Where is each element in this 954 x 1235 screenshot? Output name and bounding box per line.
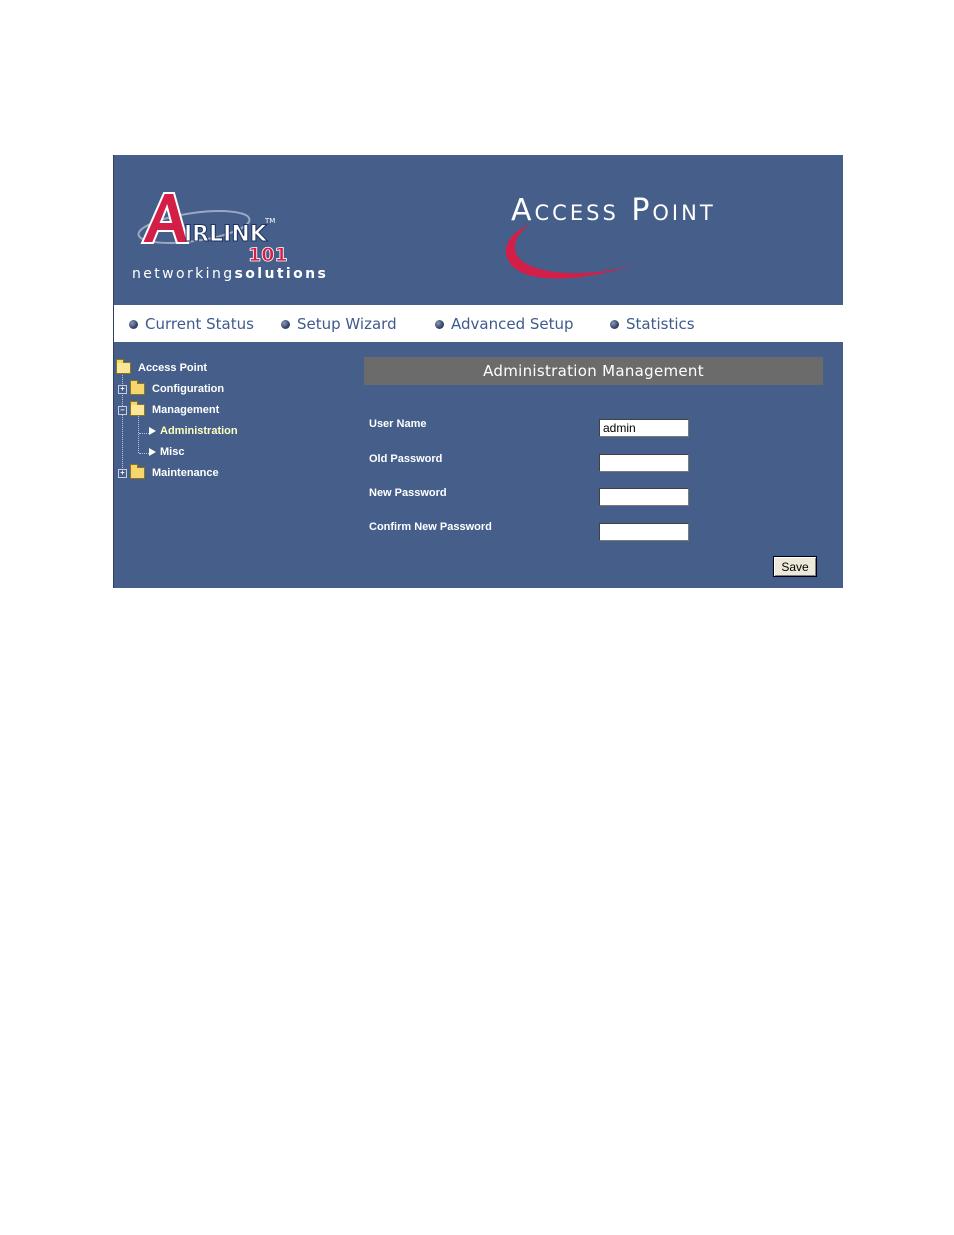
confirm-password-label: Confirm New Password: [369, 521, 492, 533]
tree-connector: [139, 453, 149, 454]
header-banner: IRLINK TM 101 networkingsolutions Access…: [114, 155, 843, 305]
tree-label: Configuration: [152, 383, 225, 395]
folder-open-icon: [116, 359, 131, 374]
tree-connector: [139, 433, 149, 434]
save-button[interactable]: Save: [772, 555, 818, 578]
new-password-input[interactable]: [599, 488, 689, 506]
nav-label: Current Status: [145, 315, 254, 333]
bullet-icon: [129, 319, 138, 329]
tree-label: Maintenance: [152, 467, 219, 479]
svg-text:101: 101: [248, 244, 288, 265]
tagline: networkingsolutions: [132, 266, 328, 282]
tree-label: Access Point: [138, 362, 208, 374]
confirm-password-input[interactable]: [599, 523, 689, 541]
bullet-icon: [435, 319, 444, 329]
tree-item-maintenance[interactable]: + Maintenance: [118, 464, 219, 481]
airlink-logo-graphic: IRLINK TM 101: [137, 192, 288, 265]
bullet-icon: [281, 319, 290, 329]
tree-label: Misc: [160, 446, 185, 458]
nav-current-status[interactable]: Current Status: [129, 314, 254, 334]
section-title: Administration Management: [364, 357, 823, 385]
nav-label: Statistics: [626, 315, 695, 333]
tree-item-configuration[interactable]: + Configuration: [118, 380, 225, 397]
page-arrow-icon: [149, 427, 156, 435]
nav-setup-wizard[interactable]: Setup Wizard: [281, 314, 397, 334]
nav-advanced-setup[interactable]: Advanced Setup: [435, 314, 574, 334]
folder-open-icon: [130, 401, 145, 416]
old-password-label: Old Password: [369, 453, 443, 465]
new-password-label: New Password: [369, 487, 447, 499]
access-point-swoosh: [505, 225, 639, 279]
tree-item-administration[interactable]: Administration: [149, 423, 238, 439]
folder-icon: [130, 380, 145, 395]
collapse-icon[interactable]: −: [118, 405, 127, 415]
tagline-light: networking: [132, 266, 235, 282]
user-name-label: User Name: [369, 418, 427, 430]
top-nav: Current Status Setup Wizard Advanced Set…: [114, 305, 843, 342]
bullet-icon: [610, 319, 619, 329]
tree-item-access-point[interactable]: Access Point: [116, 359, 208, 376]
nav-label: Setup Wizard: [297, 315, 397, 333]
expand-icon[interactable]: +: [118, 384, 127, 394]
admin-window: IRLINK TM 101 networkingsolutions Access…: [113, 155, 843, 588]
tagline-bold: solutions: [234, 266, 329, 282]
tree-item-misc[interactable]: Misc: [149, 444, 184, 460]
old-password-input[interactable]: [599, 454, 689, 472]
nav-label: Advanced Setup: [451, 315, 574, 333]
page-arrow-icon: [149, 448, 156, 456]
user-name-input[interactable]: [599, 419, 689, 437]
nav-statistics[interactable]: Statistics: [610, 314, 695, 334]
svg-text:TM: TM: [264, 217, 275, 225]
tree-label: Administration: [160, 425, 238, 437]
tree-label: Management: [152, 404, 220, 416]
tree-item-management[interactable]: − Management: [118, 401, 220, 418]
expand-icon[interactable]: +: [118, 468, 127, 478]
folder-icon: [130, 464, 145, 479]
